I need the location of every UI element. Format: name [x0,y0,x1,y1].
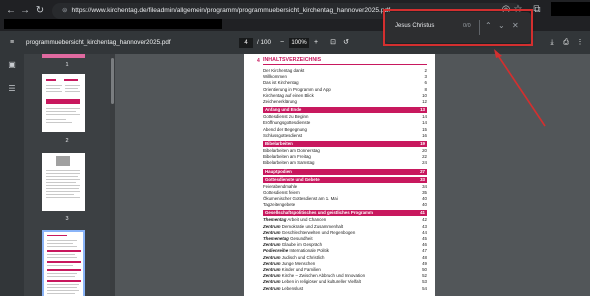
annotation-arrow [494,49,546,127]
browser-window: ← → ↻ ⊜ https://www.kirchentag.de/fileadm… [0,0,590,296]
